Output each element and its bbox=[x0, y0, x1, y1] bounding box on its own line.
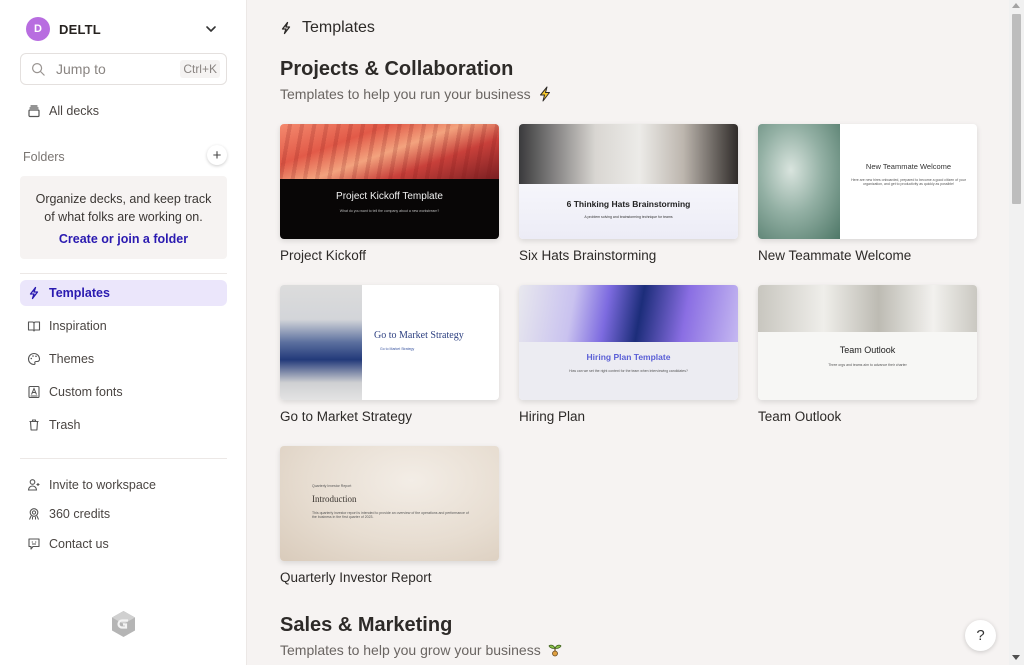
section-subtitle-text: Templates to help you grow your business bbox=[280, 642, 541, 658]
template-name: Team Outlook bbox=[758, 409, 842, 424]
template-thumbnail: Hiring Plan Template How can we set the … bbox=[519, 285, 738, 400]
invite-to-workspace-button[interactable]: Invite to workspace bbox=[20, 472, 227, 498]
sidebar-item-custom-fonts[interactable]: Custom fonts bbox=[20, 379, 227, 405]
thumbnail-title: Introduction bbox=[312, 494, 357, 504]
template-card-hiring-plan[interactable]: Hiring Plan Template How can we set the … bbox=[519, 285, 738, 424]
create-folder-link[interactable]: Create or join a folder bbox=[59, 232, 188, 246]
template-thumbnail: New Teammate Welcome Here are new hires … bbox=[758, 124, 977, 239]
thumbnail-title: 6 Thinking Hats Brainstorming bbox=[566, 199, 691, 209]
thumbnail-subtitle: What do you want to tell the company abo… bbox=[339, 209, 440, 213]
folders-empty-state: Organize decks, and keep track of what f… bbox=[20, 176, 227, 259]
question-mark-icon: ? bbox=[976, 627, 985, 644]
section-title: Projects & Collaboration bbox=[280, 58, 514, 80]
shortcut-hint: Ctrl+K bbox=[180, 60, 220, 78]
add-folder-button[interactable]: + bbox=[207, 145, 227, 165]
thumbnail-title: New Teammate Welcome bbox=[865, 162, 952, 171]
seedling-emoji-icon bbox=[548, 644, 562, 657]
template-thumbnail: Project Kickoff Template What do you wan… bbox=[280, 124, 499, 239]
thumbnail-subtitle: Go to Market Strategy bbox=[380, 347, 415, 351]
sidebar-item-label: Templates bbox=[49, 286, 110, 300]
folders-empty-text: Organize decks, and keep track of what f… bbox=[35, 192, 212, 224]
palette-icon bbox=[28, 352, 41, 366]
book-icon bbox=[27, 321, 41, 332]
avatar: D bbox=[26, 17, 50, 41]
template-name: Quarterly Investor Report bbox=[280, 570, 432, 585]
plus-icon: + bbox=[212, 146, 222, 164]
section-title: Sales & Marketing bbox=[280, 614, 453, 636]
thumbnail-subtitle: Here are new hires onboarded, prepared t… bbox=[851, 178, 966, 186]
template-name: Six Hats Brainstorming bbox=[519, 248, 657, 263]
sidebar-item-label: Contact us bbox=[49, 537, 109, 551]
thumbnail-title: Hiring Plan Template bbox=[586, 352, 671, 362]
folders-heading: Folders bbox=[23, 150, 65, 164]
lightning-icon bbox=[29, 286, 39, 300]
template-thumbnail: 6 Thinking Hats Brainstorming A problem … bbox=[519, 124, 738, 239]
thumbnail-title: Project Kickoff Template bbox=[336, 191, 443, 202]
section-subtitle-text: Templates to help you run your business bbox=[280, 86, 531, 102]
template-name: Project Kickoff bbox=[280, 248, 367, 263]
section-subtitle: Templates to help you grow your business bbox=[280, 642, 563, 658]
section-subtitle: Templates to help you run your business bbox=[280, 86, 553, 102]
lightning-emoji-icon bbox=[539, 86, 550, 102]
credits-icon bbox=[29, 508, 39, 520]
sidebar-item-templates[interactable]: Templates bbox=[20, 280, 227, 306]
workspace-name: DELTL bbox=[59, 21, 101, 37]
help-button[interactable]: ? bbox=[965, 620, 996, 651]
contact-us-button[interactable]: Contact us bbox=[20, 531, 227, 557]
template-card-team-outlook[interactable]: Team Outlook Three orgs and teams aim to… bbox=[758, 285, 977, 424]
template-card-quarterly-investor-report[interactable]: Quarterly Investor Report Introduction T… bbox=[280, 446, 499, 585]
sidebar-item-label: Trash bbox=[49, 418, 81, 432]
sidebar-item-inspiration[interactable]: Inspiration bbox=[20, 313, 227, 339]
thumbnail-kicker: Quarterly Investor Report bbox=[312, 484, 352, 488]
thumbnail-subtitle: How can we set the right context for the… bbox=[569, 369, 688, 373]
template-name: Go to Market Strategy bbox=[280, 409, 413, 424]
thumbnail-subtitle: Three orgs and teams aim to advance thei… bbox=[828, 363, 907, 367]
lightning-icon bbox=[281, 21, 291, 35]
template-thumbnail: Go to Market Strategy Go to Market Strat… bbox=[280, 285, 499, 400]
sidebar-item-label: All decks bbox=[49, 104, 100, 118]
template-card-go-to-market[interactable]: Go to Market Strategy Go to Market Strat… bbox=[280, 285, 499, 424]
sidebar-item-trash[interactable]: Trash bbox=[20, 412, 227, 438]
scrollbar[interactable] bbox=[1009, 0, 1024, 665]
template-thumbnail: Team Outlook Three orgs and teams aim to… bbox=[758, 285, 977, 400]
thumbnail-title: Go to Market Strategy bbox=[374, 330, 464, 341]
decks-icon bbox=[28, 105, 40, 118]
jump-to-search[interactable]: Ctrl+K bbox=[20, 53, 227, 85]
thumbnail-title: Team Outlook bbox=[839, 345, 896, 355]
gamma-logo-icon bbox=[112, 611, 135, 637]
trash-icon bbox=[29, 419, 39, 431]
thumbnail-subtitle: A problem solving and brainstorming tech… bbox=[584, 215, 673, 219]
search-input[interactable] bbox=[56, 61, 166, 77]
page-title: Templates bbox=[302, 19, 375, 36]
sidebar: D DELTL Ctrl+K All decks Folders + Organ… bbox=[0, 0, 247, 665]
divider bbox=[20, 458, 227, 459]
thumbnail-subtitle: This quarterly investor report is intend… bbox=[312, 511, 469, 519]
template-name: New Teammate Welcome bbox=[758, 248, 912, 263]
chat-icon bbox=[28, 538, 40, 550]
sidebar-item-label: Custom fonts bbox=[49, 385, 123, 399]
sidebar-item-label: 360 credits bbox=[49, 507, 111, 521]
main-content: Templates Projects & Collaboration Templ… bbox=[248, 0, 1009, 665]
template-name: Hiring Plan bbox=[519, 409, 586, 424]
scroll-up-arrow-icon[interactable] bbox=[1012, 3, 1020, 8]
scroll-down-arrow-icon[interactable] bbox=[1012, 655, 1020, 660]
sidebar-item-label: Themes bbox=[49, 352, 95, 366]
template-thumbnail: Quarterly Investor Report Introduction T… bbox=[280, 446, 499, 561]
sidebar-item-all-decks[interactable]: All decks bbox=[20, 98, 227, 124]
search-icon bbox=[31, 62, 45, 76]
credits-button[interactable]: 360 credits bbox=[20, 501, 227, 527]
divider bbox=[20, 273, 227, 274]
workspace-switcher[interactable]: D DELTL bbox=[26, 17, 218, 41]
sidebar-item-label: Invite to workspace bbox=[49, 478, 156, 492]
font-icon bbox=[28, 385, 40, 399]
template-card-six-hats[interactable]: 6 Thinking Hats Brainstorming A problem … bbox=[519, 124, 738, 263]
breadcrumb: Templates bbox=[279, 19, 375, 37]
chevron-down-icon bbox=[206, 26, 216, 32]
template-card-new-teammate-welcome[interactable]: New Teammate Welcome Here are new hires … bbox=[758, 124, 977, 263]
sidebar-item-themes[interactable]: Themes bbox=[20, 346, 227, 372]
scrollbar-thumb[interactable] bbox=[1012, 14, 1021, 204]
add-user-icon bbox=[27, 479, 40, 491]
sidebar-item-label: Inspiration bbox=[49, 319, 107, 333]
template-card-project-kickoff[interactable]: Project Kickoff Template What do you wan… bbox=[280, 124, 499, 263]
